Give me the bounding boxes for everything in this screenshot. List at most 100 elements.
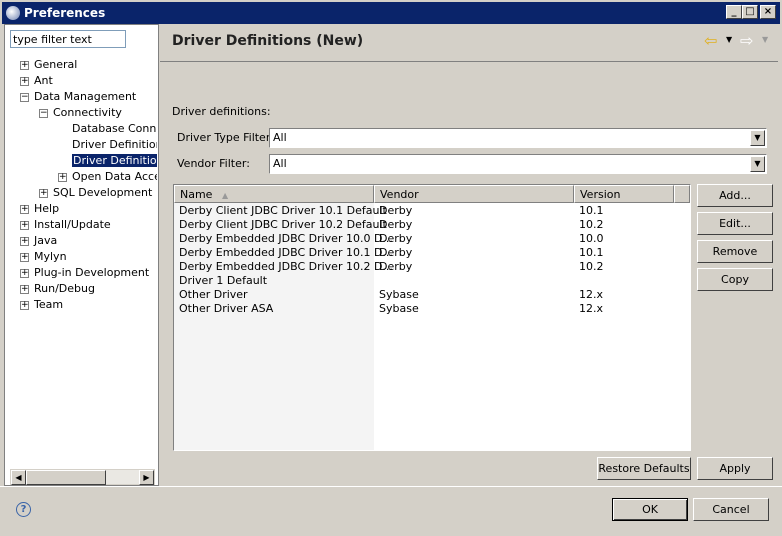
tree-item[interactable]: Install/Update bbox=[34, 217, 111, 233]
table-row[interactable]: Derby Embedded JDBC Driver 10.1 D... Derb… bbox=[174, 246, 690, 260]
cell-name: Derby Embedded JDBC Driver 10.1 D... bbox=[179, 246, 393, 259]
table-row[interactable]: Derby Embedded JDBC Driver 10.0 D... Derb… bbox=[174, 232, 690, 246]
forward-arrow-icon[interactable]: ⇨ bbox=[740, 31, 753, 50]
edit-button[interactable]: Edit... bbox=[697, 212, 773, 235]
column-header-vendor[interactable]: Vendor bbox=[374, 185, 574, 203]
expand-icon[interactable]: + bbox=[20, 221, 29, 230]
cell-vendor: Derby bbox=[379, 218, 413, 231]
tree-item[interactable]: Driver Definitions bbox=[72, 137, 157, 153]
tree-item-label: Plug-in Development bbox=[34, 266, 150, 279]
tree-item-label: Mylyn bbox=[34, 250, 67, 263]
table-row[interactable]: Other Driver ASA Sybase 12.x bbox=[174, 302, 690, 316]
filter-input[interactable] bbox=[10, 30, 126, 48]
cell-vendor: Derby bbox=[379, 260, 413, 273]
scroll-thumb[interactable] bbox=[26, 470, 106, 485]
restore-defaults-button[interactable]: Restore Defaults bbox=[597, 457, 691, 480]
tree-item-label: Run/Debug bbox=[34, 282, 95, 295]
tree-item[interactable]: Plug-in Development bbox=[34, 265, 149, 281]
column-header-filler bbox=[674, 185, 690, 203]
table-row[interactable]: Driver 1 Default bbox=[174, 274, 690, 288]
driver-type-label: Driver Type Filter: bbox=[177, 131, 274, 144]
chevron-down-icon[interactable]: ▼ bbox=[750, 130, 765, 146]
tree-item-label: Help bbox=[34, 202, 60, 215]
close-button[interactable]: × bbox=[760, 5, 776, 19]
vendor-select[interactable]: All ▼ bbox=[269, 154, 767, 174]
driver-table: Name ▲ Vendor Version Derby Client JDBC … bbox=[173, 184, 691, 451]
tree-item-label: Driver Definitions bbox=[72, 154, 157, 167]
cell-version: 12.x bbox=[579, 288, 604, 301]
driver-type-select[interactable]: All ▼ bbox=[269, 128, 767, 148]
minimize-button[interactable]: _ bbox=[726, 5, 742, 19]
apply-button[interactable]: Apply bbox=[697, 457, 773, 480]
cell-vendor: Sybase bbox=[379, 302, 419, 315]
tree-item[interactable]: Mylyn bbox=[34, 249, 67, 265]
column-header-name[interactable]: Name ▲ bbox=[174, 185, 374, 203]
column-header-version[interactable]: Version bbox=[574, 185, 674, 203]
expand-icon[interactable]: + bbox=[20, 61, 29, 70]
title-bar: Preferences bbox=[0, 0, 782, 24]
ok-button[interactable]: OK bbox=[612, 498, 688, 521]
expand-icon[interactable]: + bbox=[20, 77, 29, 86]
back-arrow-icon[interactable]: ⇦ bbox=[704, 31, 717, 50]
expand-icon[interactable]: + bbox=[20, 285, 29, 294]
table-row[interactable]: Derby Embedded JDBC Driver 10.2 D... Derb… bbox=[174, 260, 690, 274]
scroll-left-icon[interactable]: ◀ bbox=[11, 470, 26, 485]
vendor-label: Vendor Filter: bbox=[177, 157, 250, 170]
help-icon[interactable]: ? bbox=[16, 502, 31, 517]
collapse-icon[interactable]: − bbox=[39, 109, 48, 118]
page-title: Driver Definitions (New) bbox=[172, 33, 364, 49]
tree-item[interactable]: SQL Development bbox=[53, 185, 152, 201]
scroll-right-icon[interactable]: ▶ bbox=[139, 470, 154, 485]
cell-name: Derby Client JDBC Driver 10.1 Default bbox=[179, 204, 387, 217]
expand-icon[interactable]: + bbox=[20, 301, 29, 310]
tree-item[interactable]: Team bbox=[34, 297, 63, 313]
horizontal-scrollbar[interactable]: ◀ ▶ bbox=[10, 469, 155, 485]
tree-item-label: SQL Development bbox=[53, 186, 153, 199]
cell-vendor: Derby bbox=[379, 232, 413, 245]
cell-version: 10.2 bbox=[579, 260, 604, 273]
expand-icon[interactable]: + bbox=[20, 205, 29, 214]
cell-name: Driver 1 Default bbox=[179, 274, 268, 287]
tree-item[interactable]: Open Data Acces bbox=[72, 169, 157, 185]
sort-ascending-icon: ▲ bbox=[221, 191, 229, 200]
expand-icon[interactable]: + bbox=[20, 237, 29, 246]
tree-item[interactable]: Run/Debug bbox=[34, 281, 95, 297]
copy-button[interactable]: Copy bbox=[697, 268, 773, 291]
cell-name: Other Driver ASA bbox=[179, 302, 274, 315]
cell-name: Derby Client JDBC Driver 10.2 Default bbox=[179, 218, 387, 231]
expand-icon[interactable]: + bbox=[58, 173, 67, 182]
cell-version: 12.x bbox=[579, 302, 604, 315]
tree-item[interactable]: Database Connec bbox=[72, 121, 157, 137]
tree-item-label: Team bbox=[34, 298, 64, 311]
collapse-icon[interactable]: − bbox=[20, 93, 29, 102]
remove-button[interactable]: Remove bbox=[697, 240, 773, 263]
tree-item[interactable]: General bbox=[34, 57, 77, 73]
add-button[interactable]: Add... bbox=[697, 184, 773, 207]
cell-version: 10.2 bbox=[579, 218, 604, 231]
cancel-button[interactable]: Cancel bbox=[693, 498, 769, 521]
tree-item-label: Connectivity bbox=[53, 106, 122, 119]
maximize-button[interactable]: □ bbox=[742, 5, 758, 19]
expand-icon[interactable]: + bbox=[39, 189, 48, 198]
table-row[interactable]: Derby Client JDBC Driver 10.1 Default Der… bbox=[174, 204, 690, 218]
back-menu-chevron-icon[interactable]: ▼ bbox=[726, 35, 732, 44]
tree-item[interactable]: Driver Definitions bbox=[72, 153, 157, 169]
chevron-down-icon[interactable]: ▼ bbox=[750, 156, 765, 172]
tree-item[interactable]: Data Management bbox=[34, 89, 136, 105]
tree-item-label: General bbox=[34, 58, 78, 71]
cell-name: Derby Embedded JDBC Driver 10.0 D... bbox=[179, 232, 393, 245]
table-row[interactable]: Other Driver Sybase 12.x bbox=[174, 288, 690, 302]
tree-item[interactable]: Java bbox=[34, 233, 57, 249]
tree-item[interactable]: Connectivity bbox=[53, 105, 122, 121]
tree-item-label: Ant bbox=[34, 74, 53, 87]
table-row[interactable]: Derby Client JDBC Driver 10.2 Default Der… bbox=[174, 218, 690, 232]
tree-item[interactable]: Help bbox=[34, 201, 59, 217]
tree-item[interactable]: Ant bbox=[34, 73, 53, 89]
section-label: Driver definitions: bbox=[172, 105, 271, 118]
cell-version: 10.1 bbox=[579, 246, 604, 259]
cell-name: Other Driver bbox=[179, 288, 248, 301]
cell-vendor: Derby bbox=[379, 246, 413, 259]
expand-icon[interactable]: + bbox=[20, 269, 29, 278]
forward-menu-chevron-icon[interactable]: ▼ bbox=[762, 35, 768, 44]
expand-icon[interactable]: + bbox=[20, 253, 29, 262]
